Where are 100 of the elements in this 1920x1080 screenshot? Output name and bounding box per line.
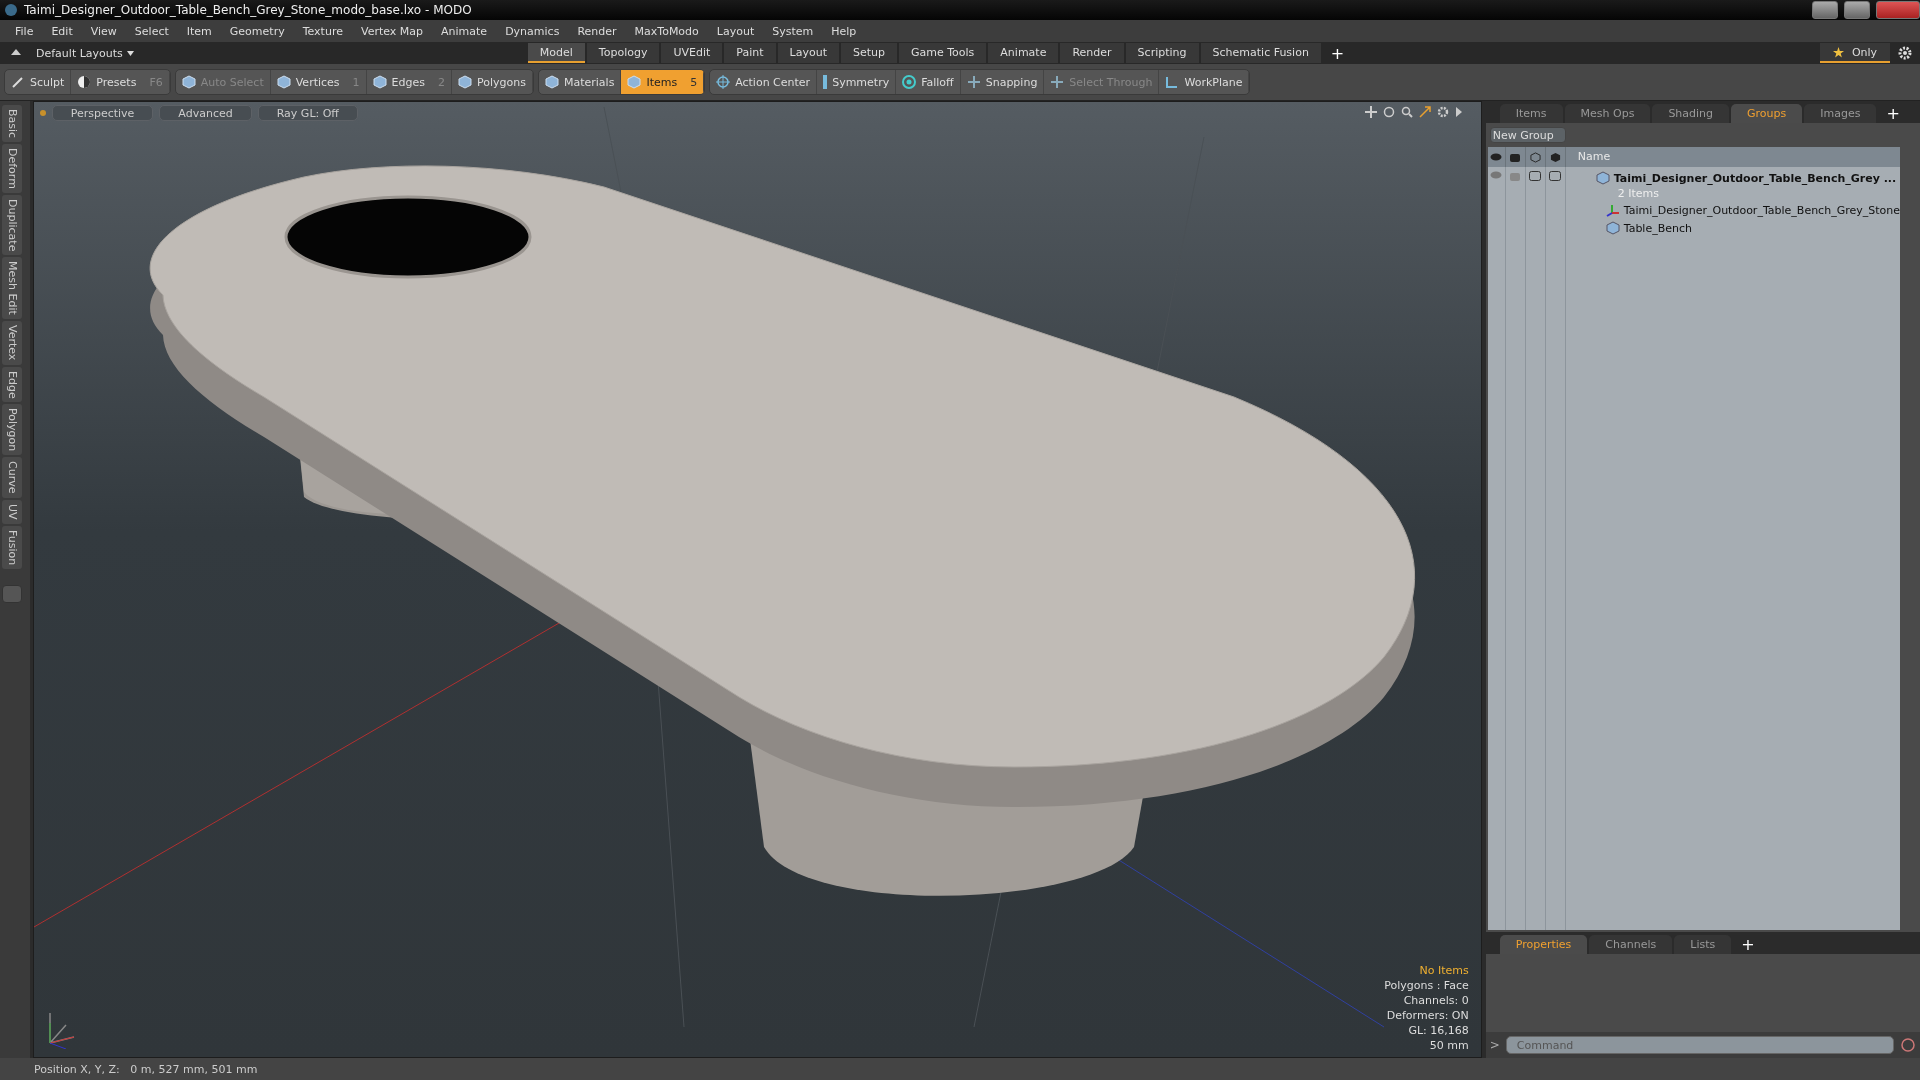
group-icon bbox=[1595, 171, 1610, 185]
command-field[interactable]: Command bbox=[1505, 1036, 1894, 1054]
camera-icon[interactable] bbox=[1509, 152, 1522, 162]
sphere-icon bbox=[77, 75, 92, 89]
checkbox-icon[interactable] bbox=[1529, 171, 1542, 181]
toolbar-button[interactable]: Sculpt bbox=[5, 70, 72, 94]
maximize-button[interactable] bbox=[1844, 1, 1870, 19]
add-tab-button[interactable]: + bbox=[1878, 104, 1908, 123]
toolbar-button[interactable]: Symmetry bbox=[817, 70, 897, 94]
tree-item[interactable]: Taimi_Designer_Outdoor_Table_Bench_Grey ... bbox=[1613, 171, 1897, 185]
menu-item[interactable]: MaxToModo bbox=[625, 24, 708, 38]
side-tab[interactable]: Polygon bbox=[2, 404, 22, 456]
snap-icon bbox=[966, 75, 981, 89]
star-icon bbox=[1832, 46, 1844, 58]
panel-tab[interactable]: Mesh Ops bbox=[1564, 104, 1651, 123]
viewport-info-text: Deformers: ON bbox=[1386, 1008, 1469, 1023]
menu-item[interactable]: File bbox=[6, 24, 43, 38]
viewport-button[interactable]: Advanced bbox=[159, 105, 252, 121]
viewport-info-text: 50 mm bbox=[1429, 1038, 1469, 1053]
toolbar-button[interactable]: Snapping bbox=[960, 70, 1045, 94]
layout-tab[interactable]: Setup bbox=[840, 43, 897, 63]
arrow-right-icon[interactable] bbox=[1454, 106, 1463, 118]
layout-tab[interactable]: Schematic Fusion bbox=[1200, 43, 1321, 63]
menu-item[interactable]: Geometry bbox=[220, 24, 294, 38]
layout-tab[interactable]: Animate bbox=[988, 43, 1059, 63]
search-icon[interactable] bbox=[1400, 106, 1413, 118]
command-prompt: > bbox=[1489, 1038, 1500, 1052]
toolbar-button[interactable]: WorkPlane bbox=[1159, 70, 1250, 94]
axes-icon bbox=[1605, 203, 1620, 217]
position-readout: Position X, Y, Z: 0 m, 527 mm, 501 mm bbox=[34, 1062, 258, 1076]
panel-tab[interactable]: Groups bbox=[1731, 104, 1803, 123]
tree-item[interactable]: Table_Bench bbox=[1623, 221, 1692, 235]
toolbar-button[interactable]: Action Center bbox=[710, 70, 818, 94]
cube-icon bbox=[544, 75, 559, 89]
side-tab[interactable]: Vertex bbox=[2, 321, 22, 365]
panel-toggle-button[interactable] bbox=[2, 584, 22, 603]
minimize-button[interactable] bbox=[1812, 1, 1838, 19]
caret-icon bbox=[126, 50, 134, 56]
layout-tab[interactable]: Scripting bbox=[1125, 43, 1199, 63]
menu-item[interactable]: System bbox=[763, 24, 823, 38]
window-title: Taimi_Designer_Outdoor_Table_Bench_Grey_Stone_modo_base.lxo - MODO bbox=[24, 3, 473, 17]
layout-tab[interactable]: Layout bbox=[777, 43, 839, 63]
cube-solid-icon[interactable] bbox=[1549, 151, 1561, 163]
viewport-indicator-icon bbox=[39, 110, 46, 116]
menu-item[interactable]: View bbox=[81, 24, 126, 38]
menu-item[interactable]: Edit bbox=[42, 24, 82, 38]
cube-icon bbox=[627, 75, 642, 89]
tree-item[interactable]: Taimi_Designer_Outdoor_Table_Bench_Grey_Stone bbox=[1623, 203, 1900, 217]
panel-tab[interactable]: Items bbox=[1499, 104, 1563, 123]
add-tab-button[interactable]: + bbox=[1322, 43, 1353, 63]
layout-tab[interactable]: Model bbox=[527, 43, 585, 63]
side-tab[interactable]: Deform bbox=[2, 144, 22, 193]
cube-icon bbox=[181, 75, 196, 89]
menu-item[interactable]: Texture bbox=[293, 24, 352, 38]
menu-item[interactable]: Dynamics bbox=[496, 24, 569, 38]
side-tab[interactable]: Edge bbox=[2, 366, 22, 403]
layout-tab[interactable]: UVEdit bbox=[661, 43, 723, 63]
app-logo-icon bbox=[4, 3, 18, 17]
new-group-button[interactable]: New Group bbox=[1489, 127, 1566, 143]
menu-item[interactable]: Layout bbox=[707, 24, 764, 38]
checkbox-icon[interactable] bbox=[1549, 171, 1562, 181]
menu-item[interactable]: Animate bbox=[432, 24, 497, 38]
side-tab[interactable]: Curve bbox=[2, 457, 22, 498]
panel-tab[interactable]: Channels bbox=[1589, 935, 1673, 954]
viewport-info-text: GL: 16,168 bbox=[1408, 1023, 1469, 1038]
toolbar-button[interactable]: Polygons bbox=[452, 70, 533, 94]
panel-tab[interactable]: Lists bbox=[1674, 935, 1732, 954]
side-tab[interactable]: Basic bbox=[2, 105, 22, 143]
rotate-icon[interactable] bbox=[1382, 106, 1395, 118]
viewport-info-text: Channels: 0 bbox=[1403, 993, 1469, 1008]
menu-item[interactable]: Item bbox=[177, 24, 221, 38]
panel-tab[interactable]: Images bbox=[1804, 104, 1877, 123]
layout-tab[interactable]: Game Tools bbox=[899, 43, 987, 63]
side-tab[interactable]: Duplicate bbox=[2, 195, 22, 256]
viewport-button[interactable]: Perspective bbox=[51, 105, 154, 121]
expand-icon[interactable] bbox=[1418, 106, 1431, 118]
toolbar-button[interactable]: Falloff bbox=[896, 70, 961, 94]
layout-tab[interactable]: Paint bbox=[724, 43, 776, 63]
panel-tab[interactable]: Shading bbox=[1652, 104, 1730, 123]
menu-item[interactable]: Vertex Map bbox=[351, 24, 433, 38]
layout-tab[interactable]: Topology bbox=[586, 43, 660, 63]
only-button[interactable]: Only bbox=[1820, 43, 1890, 63]
toolbar-button[interactable]: Items 5 bbox=[621, 70, 705, 94]
eye-icon[interactable] bbox=[1490, 153, 1503, 161]
panel-tab[interactable]: Properties bbox=[1499, 935, 1588, 954]
layout-tab[interactable]: Render bbox=[1060, 43, 1124, 63]
add-tab-button[interactable]: + bbox=[1733, 935, 1763, 954]
side-tab[interactable]: Fusion bbox=[2, 525, 22, 569]
viewport-button[interactable]: Ray GL: Off bbox=[257, 105, 358, 121]
side-tab[interactable]: Mesh Edit bbox=[2, 257, 22, 320]
menu-item[interactable]: Render bbox=[568, 24, 626, 38]
side-tab[interactable]: UV bbox=[2, 499, 22, 524]
record-icon[interactable] bbox=[1900, 1037, 1916, 1053]
menu-item[interactable]: Help bbox=[822, 24, 866, 38]
layout-dropdown[interactable]: Default Layouts bbox=[32, 46, 138, 60]
settings-icon[interactable] bbox=[1898, 46, 1912, 60]
menu-item[interactable]: Select bbox=[125, 24, 178, 38]
3d-viewport[interactable]: Perspective Advanced Ray GL: Off No Items Polygons : Face Channels: 0 Deformers: ON GL: 16,168 50 mm bbox=[32, 101, 1482, 1058]
move-icon[interactable] bbox=[1364, 106, 1377, 118]
cube-outline-icon[interactable] bbox=[1529, 151, 1541, 163]
